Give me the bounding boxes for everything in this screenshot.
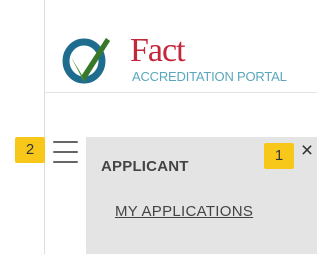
annotation-badge-1: 1 — [264, 143, 294, 169]
left-margin — [0, 0, 44, 254]
menu-item-my-applications[interactable]: MY APPLICATIONS — [115, 203, 253, 220]
close-icon[interactable]: × — [298, 140, 316, 162]
brand-name: Fact — [130, 32, 186, 69]
brand-subtitle: ACCREDITATION PORTAL — [132, 69, 287, 84]
menu-section-title: APPLICANT — [101, 158, 189, 175]
hamburger-menu-icon[interactable] — [53, 141, 78, 163]
annotation-badge-2: 2 — [15, 137, 45, 163]
fact-logo-icon — [62, 38, 110, 84]
header-divider — [45, 92, 317, 93]
